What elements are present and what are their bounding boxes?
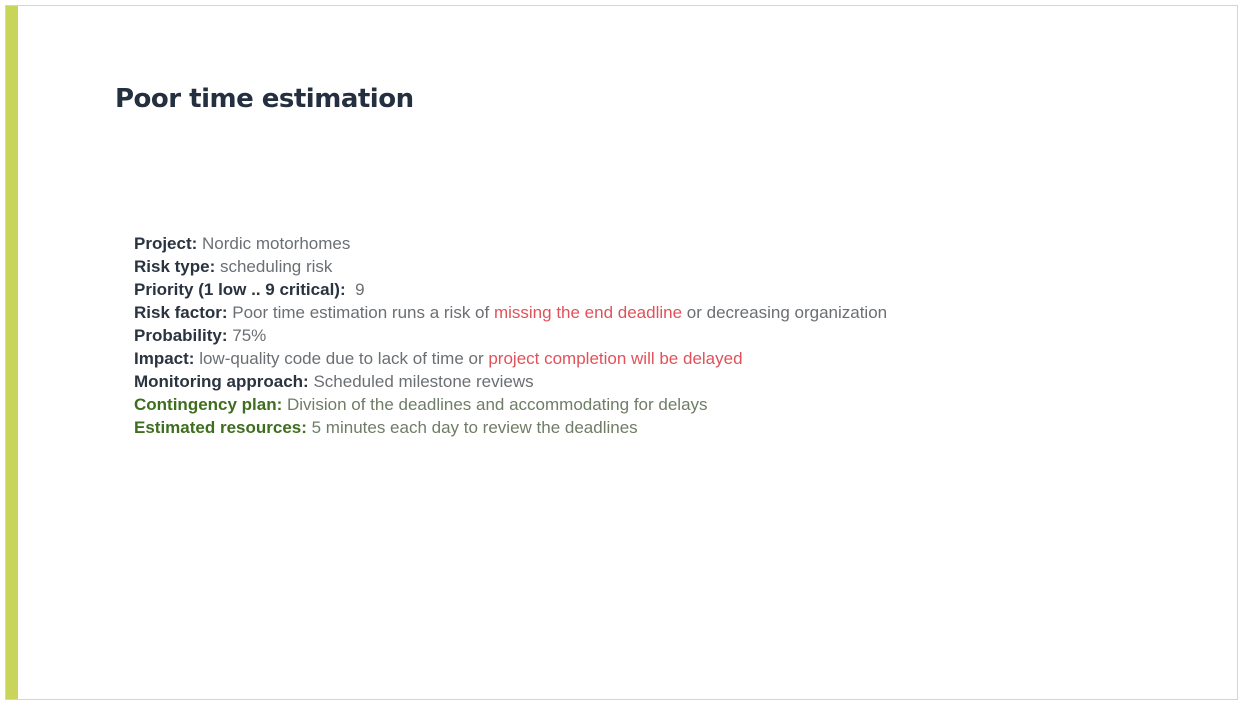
field-row: Probability: 75% — [134, 324, 887, 347]
field-value: Nordic motorhomes — [197, 234, 351, 253]
field-row: Estimated resources: 5 minutes each day … — [134, 416, 887, 439]
field-label: Priority (1 low .. 9 critical): — [134, 280, 346, 299]
field-value: Division of the deadlines and accommodat… — [282, 395, 708, 414]
field-label: Monitoring approach: — [134, 372, 309, 391]
highlighted-value: missing the end deadline — [493, 303, 683, 322]
highlighted-value: project completion will be delayed — [488, 349, 743, 368]
field-row: Risk type: scheduling risk — [134, 255, 887, 278]
field-row: Priority (1 low .. 9 critical): 9 — [134, 278, 887, 301]
field-label: Risk type: — [134, 257, 216, 276]
field-value: scheduling risk — [215, 257, 333, 276]
field-label: Probability: — [134, 326, 228, 345]
field-value: 5 minutes each day to review the deadlin… — [306, 418, 638, 437]
field-value: or decreasing organization — [682, 303, 888, 322]
field-value: Poor time estimation runs a risk of — [227, 303, 494, 322]
slide-title: Poor time estimation — [115, 84, 414, 114]
slide: Poor time estimation Project: Nordic mot… — [5, 5, 1238, 700]
risk-fields: Project: Nordic motorhomes Risk type: sch… — [134, 232, 887, 439]
field-row: Impact: low-quality code due to lack of … — [134, 347, 887, 370]
field-label: Project: — [134, 234, 198, 253]
accent-bar — [6, 6, 18, 699]
field-value: Scheduled milestone reviews — [308, 372, 534, 391]
field-row: Monitoring approach: Scheduled milestone… — [134, 370, 887, 393]
field-label: Estimated resources: — [134, 418, 307, 437]
field-value: 9 — [345, 280, 365, 299]
field-label: Contingency plan: — [134, 395, 283, 414]
field-label: Impact: — [134, 349, 195, 368]
field-row: Risk factor: Poor time estimation runs a… — [134, 301, 887, 324]
field-row: Contingency plan: Division of the deadli… — [134, 393, 887, 416]
field-row: Project: Nordic motorhomes — [134, 232, 887, 255]
field-value: 75% — [227, 326, 267, 345]
field-label: Risk factor: — [134, 303, 228, 322]
field-value: low-quality code due to lack of time or — [194, 349, 489, 368]
